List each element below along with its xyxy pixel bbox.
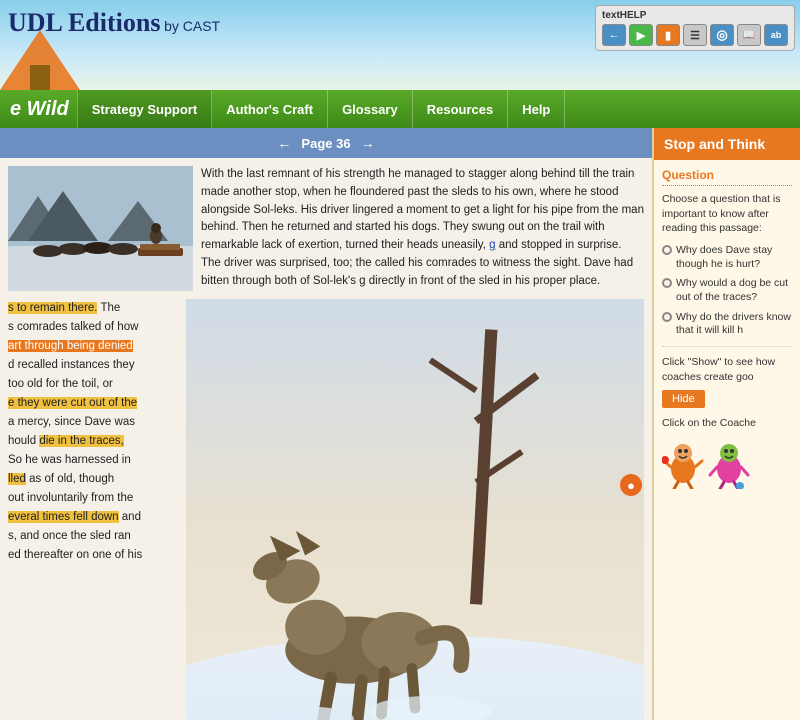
- nav-authors-craft[interactable]: Author's Craft: [212, 90, 328, 128]
- radio-circle-1: [662, 245, 672, 255]
- hl-line-5: too old for the toil, or: [8, 378, 113, 390]
- reading-pane: ← Page 36 →: [0, 128, 652, 720]
- th-book-button[interactable]: 📖: [737, 24, 761, 46]
- hl-line-8: hould die in the traces,: [8, 435, 124, 447]
- page-title: e Wild: [10, 98, 69, 121]
- glossary-link[interactable]: g: [489, 239, 495, 251]
- th-play-button[interactable]: ▶: [629, 24, 653, 46]
- th-back-button[interactable]: ←: [602, 24, 626, 46]
- hl-line-14: ed thereafter on one of his: [8, 549, 142, 561]
- texthelp-buttons: ← ▶ ▮ ☰ ◎ 📖 ab: [602, 24, 788, 46]
- hl-line-4: d recalled instances they: [8, 359, 135, 371]
- nav-help[interactable]: Help: [508, 90, 565, 128]
- radio-circle-3: [662, 312, 672, 322]
- wolf-svg: [186, 299, 644, 720]
- top-bar: UDL Editions by CAST textHELP ← ▶ ▮ ☰ ◎ …: [0, 0, 800, 90]
- radio-option-3[interactable]: Why do the drivers know that it will kil…: [662, 311, 792, 338]
- coach-character-2[interactable]: [708, 439, 750, 489]
- hl-line-2: s comrades talked of how: [8, 321, 138, 333]
- question-prompt: Choose a question that is important to k…: [662, 192, 792, 236]
- hide-button[interactable]: Hide: [662, 390, 705, 408]
- logo-title: UDL Editions: [8, 8, 160, 37]
- divider: [662, 346, 792, 347]
- logo-area: UDL Editions by CAST: [8, 8, 220, 38]
- hl-line-6: e they were cut out of the: [8, 397, 137, 409]
- th-abc-button[interactable]: ab: [764, 24, 788, 46]
- click-coaches-text: Click on the Coache: [662, 416, 792, 431]
- main-content: ← Page 36 →: [0, 128, 800, 720]
- top-text-section: With the last remnant of his strength he…: [0, 158, 652, 299]
- page-prev-button[interactable]: ←: [277, 135, 291, 151]
- nav-strategy-support[interactable]: Strategy Support: [77, 90, 212, 128]
- page-number: Page 36: [301, 136, 350, 151]
- passage-top-content: With the last remnant of his strength he…: [201, 168, 644, 287]
- texthelp-toolbar: textHELP ← ▶ ▮ ☰ ◎ 📖 ab: [595, 5, 795, 51]
- bottom-section: s to remain there. The s comrades talked…: [0, 299, 652, 720]
- nav-glossary[interactable]: Glossary: [328, 90, 413, 128]
- texthelp-label: textHELP: [602, 10, 646, 21]
- logo-cast: by CAST: [164, 18, 220, 34]
- page-next-button[interactable]: →: [361, 135, 375, 151]
- feedback-icon[interactable]: ●: [620, 474, 642, 496]
- page-navigation: ← Page 36 →: [0, 128, 652, 158]
- hl-line-11: out involuntarily from the: [8, 492, 133, 504]
- th-menu-button[interactable]: ☰: [683, 24, 707, 46]
- radio-option-1[interactable]: Why does Dave stay though he is hurt?: [662, 244, 792, 271]
- question-label: Question: [662, 168, 792, 186]
- radio-text-1: Why does Dave stay though he is hurt?: [676, 244, 792, 271]
- nav-resources[interactable]: Resources: [413, 90, 508, 128]
- hl-line-7: a mercy, since Dave was: [8, 416, 135, 428]
- highlighted-text-column: s to remain there. The s comrades talked…: [8, 299, 178, 720]
- navigation-bar: e Wild Strategy Support Author's Craft G…: [0, 90, 800, 128]
- th-globe-button[interactable]: ◎: [710, 24, 734, 46]
- top-passage-text: With the last remnant of his strength he…: [201, 166, 644, 291]
- radio-text-3: Why do the drivers know that it will kil…: [676, 311, 792, 338]
- stop-think-content: Question Choose a question that is impor…: [654, 160, 800, 497]
- radio-circle-2: [662, 278, 672, 288]
- hl-line-10: lled as of old, though: [8, 473, 114, 485]
- stop-think-header: Stop and Think: [654, 128, 800, 160]
- coach-character-1[interactable]: [662, 439, 704, 489]
- hl-line-13: s, and once the sled ran: [8, 530, 131, 542]
- radio-text-2: Why would a dog be cut out of the traces…: [676, 277, 792, 304]
- hl-line-9: So he was harnessed in: [8, 454, 131, 466]
- wolf-howling-image: [186, 299, 644, 720]
- radio-option-2[interactable]: Why would a dog be cut out of the traces…: [662, 277, 792, 304]
- reading-content: With the last remnant of his strength he…: [0, 158, 652, 720]
- hl-line-3: art through being denied: [8, 340, 133, 352]
- hl-line-12: everal times fell down and: [8, 511, 141, 523]
- hl-line-1: s to remain there. The: [8, 302, 120, 314]
- click-show-text: Click "Show" to see how coaches create g…: [662, 355, 792, 384]
- coaches-images: [662, 439, 792, 489]
- stop-and-think-panel: Stop and Think Question Choose a questio…: [652, 128, 800, 720]
- dog-sled-svg: [8, 166, 193, 291]
- th-stop-button[interactable]: ▮: [656, 24, 680, 46]
- tent-decoration: [0, 30, 80, 90]
- dog-sled-image: [8, 166, 193, 291]
